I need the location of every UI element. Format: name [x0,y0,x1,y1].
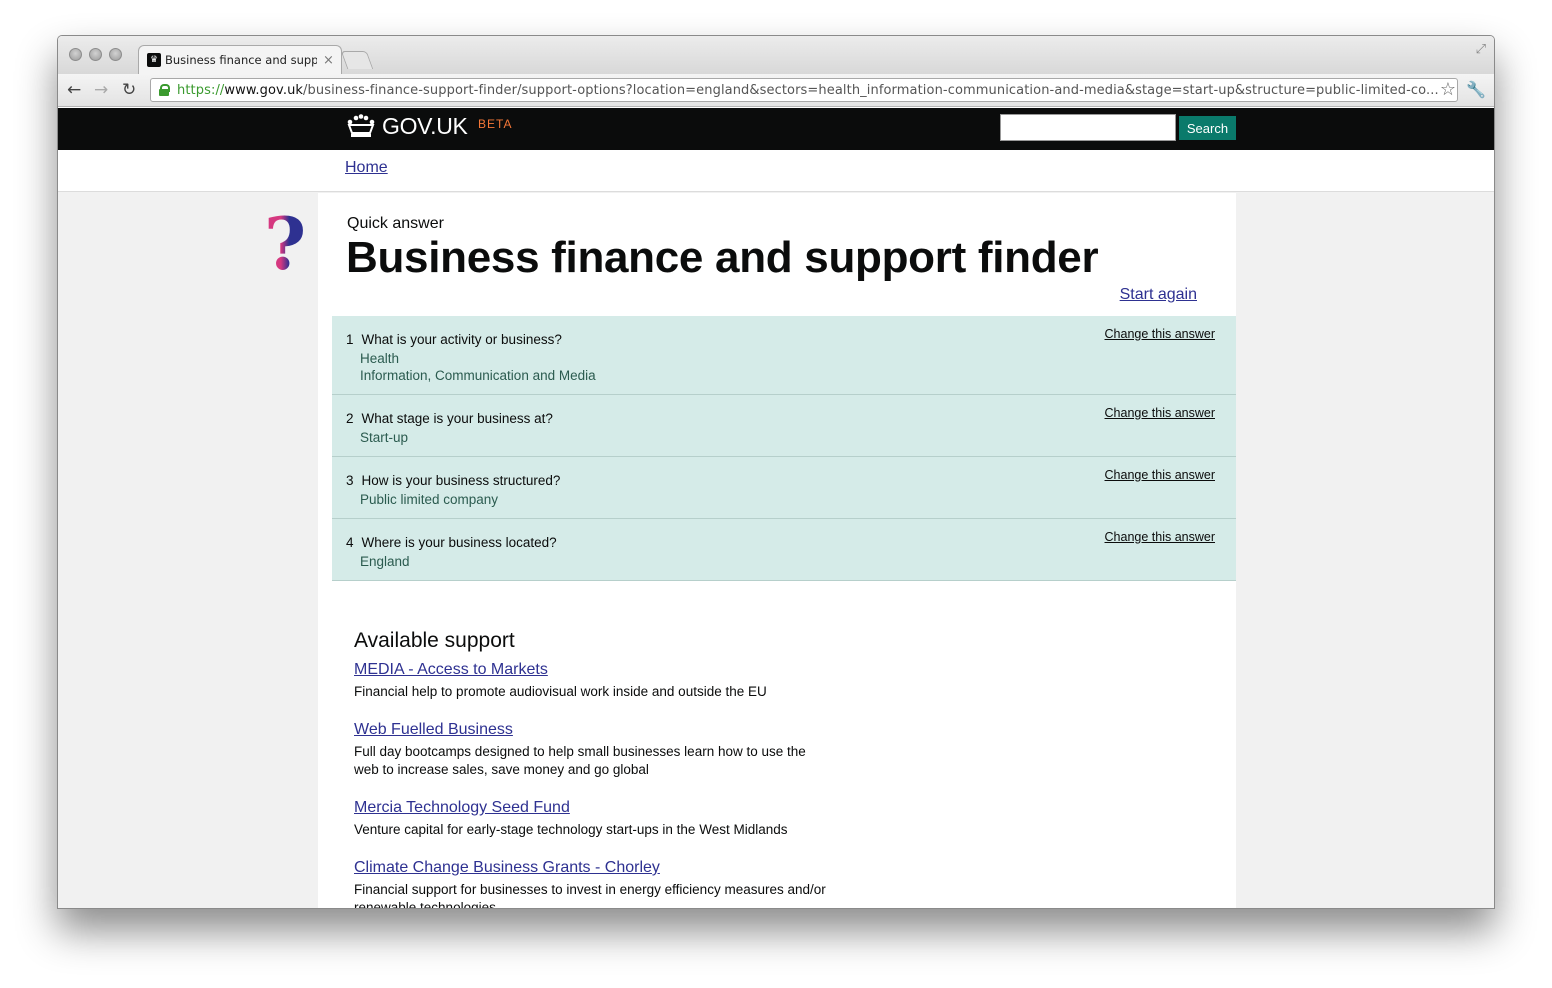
browser-window: ♛ Business finance and suppor × ⤢ ← → ↻ … [57,35,1495,909]
main-content: Quick answer Business finance and suppor… [318,193,1236,909]
question-mark-icon: ? [264,201,307,286]
wrench-menu-icon[interactable]: 🔧 [1466,80,1486,99]
answer-question: 2 What stage is your business at? [346,411,553,426]
support-item-description: Financial help to promote audiovisual wo… [354,684,767,699]
answer-row: 4 Where is your business located? England… [332,519,1236,581]
browser-tab[interactable]: ♛ Business finance and suppor × [138,45,342,74]
answer-value: Information, Communication and Media [360,368,596,383]
crown-icon [347,114,375,137]
answer-value: Health [360,351,400,366]
new-tab-button[interactable] [340,51,374,69]
page-viewport: GOV.UK BETA Search Home ? Quick answer B… [58,108,1494,909]
forward-icon[interactable]: → [94,80,108,100]
reload-icon[interactable]: ↻ [122,80,136,100]
support-item: Mercia Technology Seed Fund Venture capi… [354,799,834,839]
beta-badge: BETA [478,117,513,131]
govuk-logo[interactable]: GOV.UK [382,113,468,140]
tab-close-icon[interactable]: × [323,53,334,68]
search-button[interactable]: Search [1179,116,1236,140]
support-item-description: Financial support for businesses to inve… [354,882,826,909]
govuk-header: GOV.UK BETA Search [58,108,1494,150]
breadcrumb-home-link[interactable]: Home [345,159,388,177]
lock-icon [159,84,170,96]
start-again-link[interactable]: Start again [1120,286,1197,304]
zoom-window-icon[interactable] [109,48,122,61]
fullscreen-icon[interactable]: ⤢ [1476,42,1486,57]
tab-strip: ♛ Business finance and suppor × ⤢ [58,36,1494,74]
answer-question: 3 How is your business structured? [346,473,561,488]
answer-row: 1 What is your activity or business? Heal… [332,316,1236,395]
answer-question: 4 Where is your business located? [346,535,557,550]
crown-favicon-icon: ♛ [147,53,161,67]
available-support: Available support MEDIA - Access to Mark… [354,629,834,909]
previous-answers: 1 What is your activity or business? Heal… [332,316,1236,581]
answer-row: 3 How is your business structured? Public… [332,457,1236,519]
minimize-window-icon[interactable] [89,48,102,61]
support-item: MEDIA - Access to Markets Financial help… [354,661,834,701]
support-item-link[interactable]: MEDIA - Access to Markets [354,661,834,679]
answer-value: England [360,554,410,569]
answer-question: 1 What is your activity or business? [346,332,562,347]
support-item-description: Venture capital for early-stage technolo… [354,822,788,837]
support-heading: Available support [354,629,515,652]
search-input[interactable] [1000,114,1176,141]
support-item-link[interactable]: Mercia Technology Seed Fund [354,799,834,817]
support-item-description: Full day bootcamps designed to help smal… [354,744,806,777]
address-bar[interactable]: https://www.gov.uk/business-finance-supp… [150,78,1458,102]
answer-value: Public limited company [360,492,499,507]
browser-toolbar: ← → ↻ https://www.gov.uk/business-financ… [58,74,1494,107]
tab-title: Business finance and suppor [165,53,317,67]
change-answer-link[interactable]: Change this answer [1105,530,1215,544]
change-answer-link[interactable]: Change this answer [1105,468,1215,482]
change-answer-link[interactable]: Change this answer [1105,327,1215,341]
support-item-link[interactable]: Web Fuelled Business [354,721,834,739]
change-answer-link[interactable]: Change this answer [1105,406,1215,420]
bookmark-star-icon[interactable]: ☆ [1440,79,1456,100]
support-item: Web Fuelled Business Full day bootcamps … [354,721,834,779]
close-window-icon[interactable] [69,48,82,61]
breadcrumb: Home [58,150,1494,192]
answer-row: 2 What stage is your business at? Start-u… [332,395,1236,457]
support-item: Climate Change Business Grants - Chorley… [354,859,834,909]
url-text: https://www.gov.uk/business-finance-supp… [177,82,1439,98]
page-title: Business finance and support finder [346,233,1099,282]
answer-value: Start-up [360,430,409,445]
support-item-link[interactable]: Climate Change Business Grants - Chorley [354,859,834,877]
back-icon[interactable]: ← [67,80,81,100]
page-kicker: Quick answer [347,215,444,232]
